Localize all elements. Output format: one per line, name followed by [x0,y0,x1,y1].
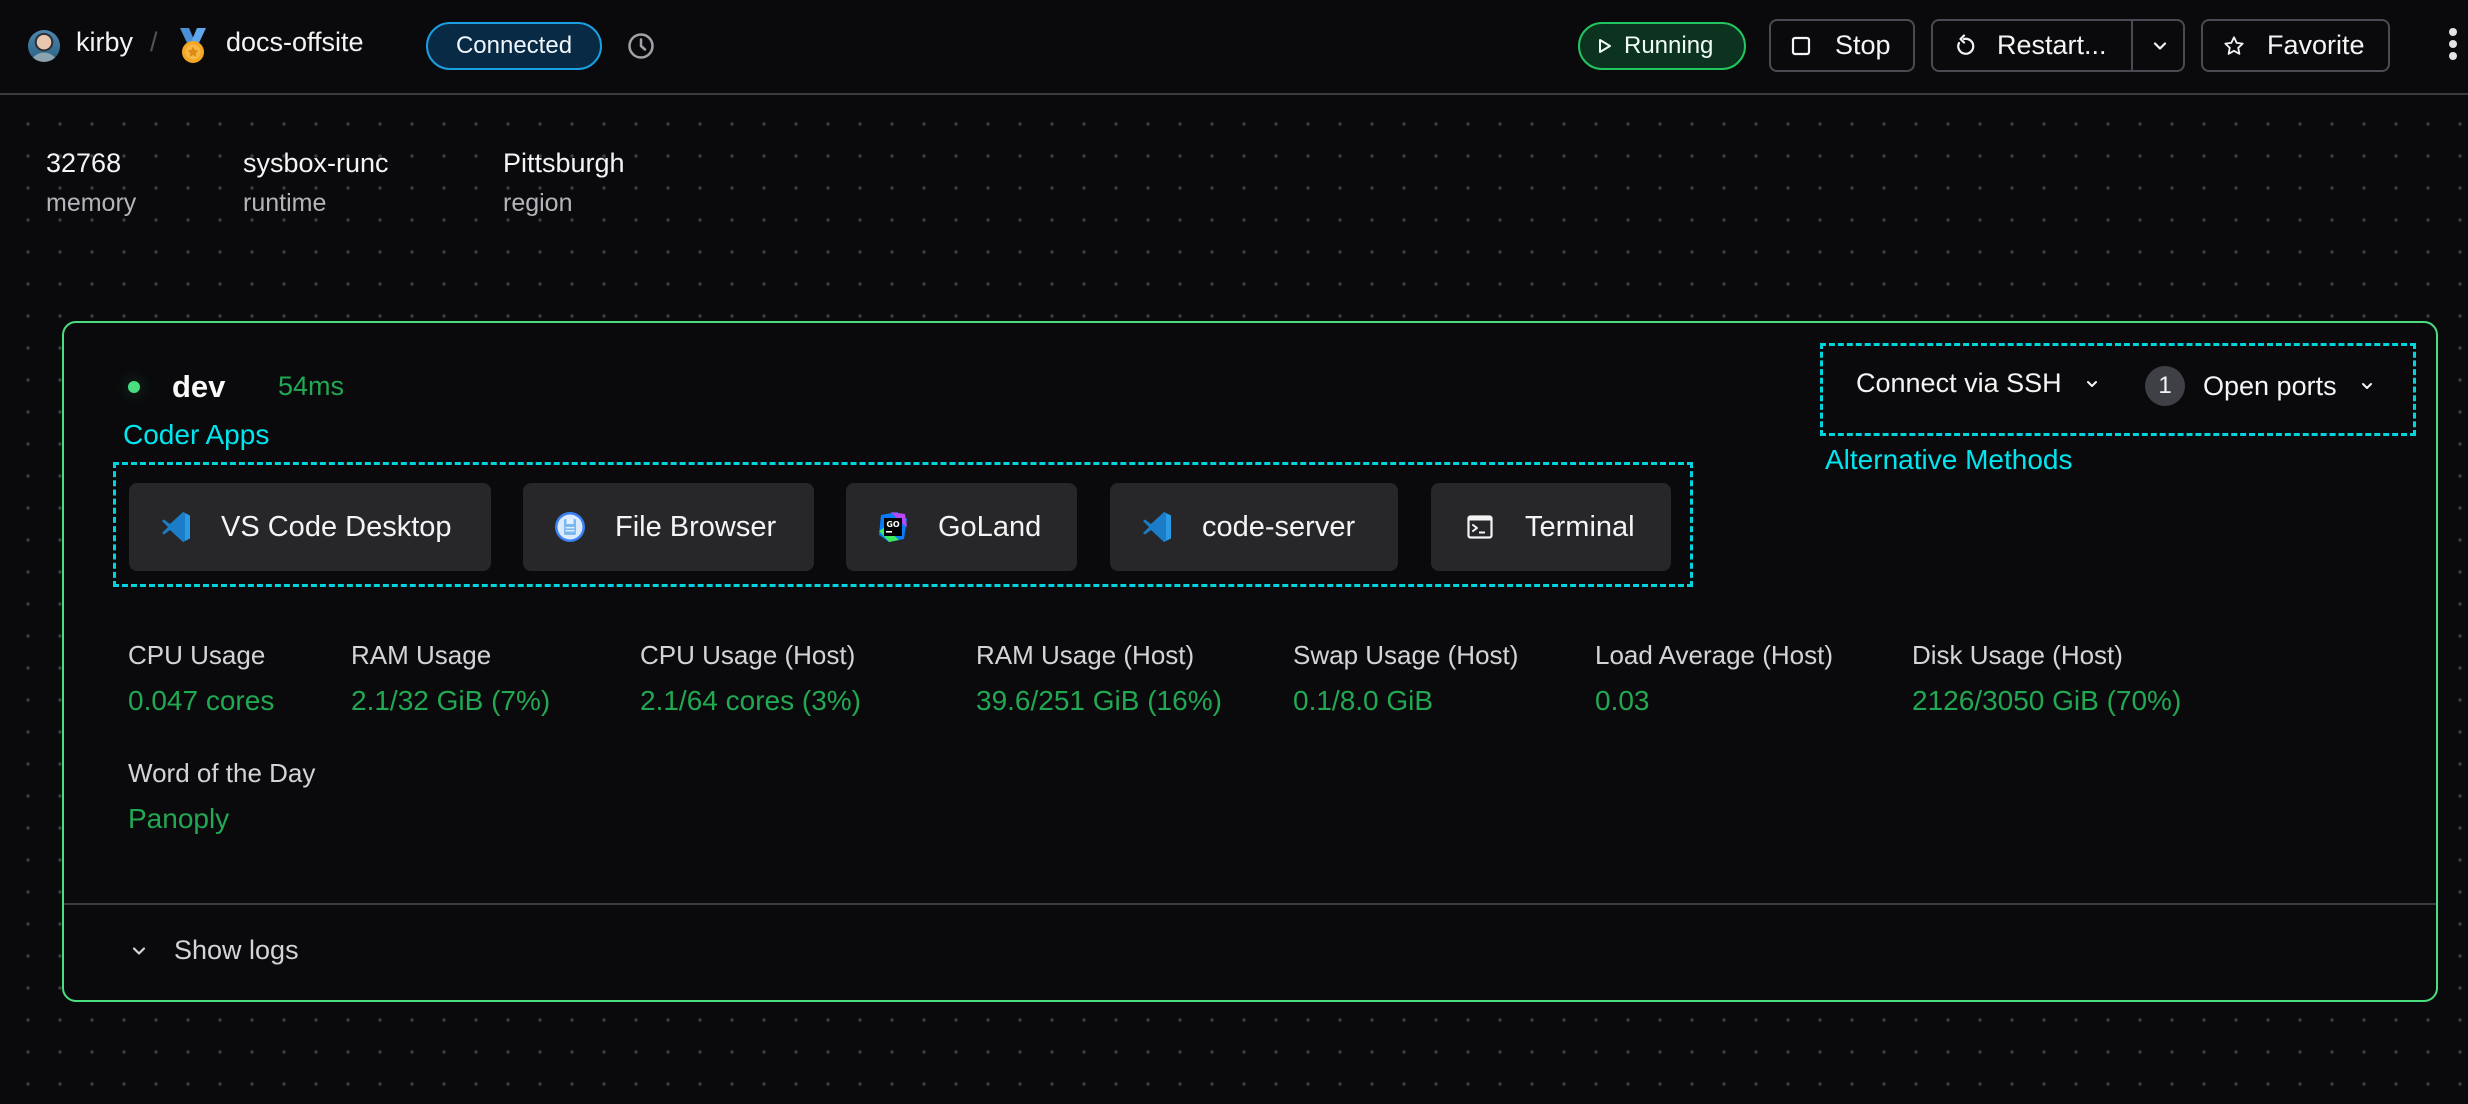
metadata-label: region [503,189,573,217]
stop-button[interactable]: Stop [1769,19,1915,72]
stat-value: 0.047 cores [128,685,275,716]
coder-apps-annotation: Coder Apps [123,419,270,450]
stat-value: 0.1/8.0 GiB [1293,685,1434,716]
breadcrumb-separator: / [150,27,158,57]
stat-value: 39.6/251 GiB (16%) [976,685,1222,716]
metadata-label: memory [46,189,137,217]
breadcrumb-owner[interactable]: kirby [76,27,133,58]
metadata-label: runtime [243,189,327,217]
metadata-value: Pittsburgh [503,148,625,178]
file-browser-icon [553,510,587,544]
split-divider [2131,21,2133,70]
restart-button[interactable]: Restart... [1953,30,2107,61]
metadata-region: Pittsburgh region [503,148,625,218]
app-label: GoLand [938,510,1042,543]
stat-ram-usage: RAM Usage 2.1/32 GiB (7%) [351,640,550,717]
show-logs-label: Show logs [174,935,299,965]
more-options-icon[interactable] [2446,28,2460,64]
app-goland[interactable]: GO GoLand [846,483,1077,571]
stat-label: Load Average (Host) [1595,640,1833,670]
svg-text:GO: GO [886,520,900,529]
stat-value: Panoply [128,803,230,834]
star-icon [2224,35,2244,55]
connection-status-badge: Connected [426,22,602,70]
open-ports-button[interactable]: 1 Open ports [2145,366,2375,406]
stat-label: RAM Usage [351,640,492,670]
chevron-down-icon [2361,383,2372,389]
stat-label: Word of the Day [128,758,316,788]
vscode-icon [159,510,193,544]
stat-load-average-host: Load Average (Host) 0.03 [1595,640,1833,717]
user-avatar[interactable] [28,30,60,62]
stat-disk-usage-host: Disk Usage (Host) 2126/3050 GiB (70%) [1912,640,2181,717]
app-label: Terminal [1525,510,1635,543]
metadata-value: 32768 [46,148,122,178]
agent-name: dev [172,369,226,404]
stat-cpu-usage: CPU Usage 0.047 cores [128,640,274,717]
stat-value: 0.03 [1595,685,1650,716]
chevron-down-icon [132,946,146,955]
stat-ram-usage-host: RAM Usage (Host) 39.6/251 GiB (16%) [976,640,1222,717]
app-label: File Browser [615,510,777,543]
breadcrumb-workspace[interactable]: docs-offsite [226,27,364,58]
ports-label: Open ports [2203,370,2337,401]
stat-value: 2.1/32 GiB (7%) [351,685,551,716]
stat-label: CPU Usage (Host) [640,640,856,670]
stat-label: CPU Usage [128,640,266,670]
app-terminal[interactable]: Terminal [1431,483,1671,571]
metadata-value: sysbox-runc [243,148,389,178]
metadata-runtime: sysbox-runc runtime [243,148,389,218]
restart-icon [1957,33,1975,55]
favorite-button[interactable]: Favorite [2201,19,2390,72]
status-running-badge: Running [1578,22,1746,70]
clock-icon[interactable] [627,32,655,60]
stat-label: Disk Usage (Host) [1912,640,2123,670]
alternative-methods-annotation: Alternative Methods [1825,444,2073,475]
restart-label: Restart... [1997,30,2107,60]
app-label: code-server [1202,510,1356,543]
stat-value: 2126/3050 GiB (70%) [1912,685,2182,716]
agent-status-dot [128,381,140,393]
ssh-label: Connect via SSH [1856,368,2062,398]
show-logs-button[interactable]: Show logs [130,935,299,966]
stat-label: RAM Usage (Host) [976,640,1195,670]
app-label: VS Code Desktop [221,510,452,543]
stop-label: Stop [1835,30,1891,60]
stat-cpu-usage-host: CPU Usage (Host) 2.1/64 cores (3%) [640,640,861,717]
play-icon [1599,39,1611,53]
metadata-memory: 32768 memory [46,148,136,218]
connection-status-label: Connected [455,32,573,59]
stat-label: Swap Usage (Host) [1293,640,1519,670]
restart-button-group: Restart... [1931,19,2185,72]
favorite-label: Favorite [2267,30,2365,60]
connect-ssh-button[interactable]: Connect via SSH [1856,368,2100,399]
goland-icon: GO [876,510,910,544]
agent-latency: 54ms [278,371,345,401]
stat-swap-usage-host: Swap Usage (Host) 0.1/8.0 GiB [1293,640,1518,717]
stat-value: 2.1/64 cores (3%) [640,685,861,716]
app-vscode-desktop[interactable]: VS Code Desktop [129,483,491,571]
app-code-server[interactable]: code-server [1110,483,1398,571]
terminal-icon [1463,510,1497,544]
stat-word-of-the-day: Word of the Day Panoply [128,758,315,835]
card-divider [64,903,2436,905]
stop-icon [1791,36,1811,55]
chevron-down-icon [2086,380,2097,387]
chevron-down-icon[interactable] [2151,37,2169,55]
status-label: Running [1624,32,1714,59]
medal-icon [180,28,206,63]
ports-count-badge: 1 [2145,366,2185,406]
vscode-icon [1140,510,1174,544]
app-file-browser[interactable]: File Browser [523,483,814,571]
workspace-header: kirby / docs-offsite Connected Running S… [0,0,2468,95]
